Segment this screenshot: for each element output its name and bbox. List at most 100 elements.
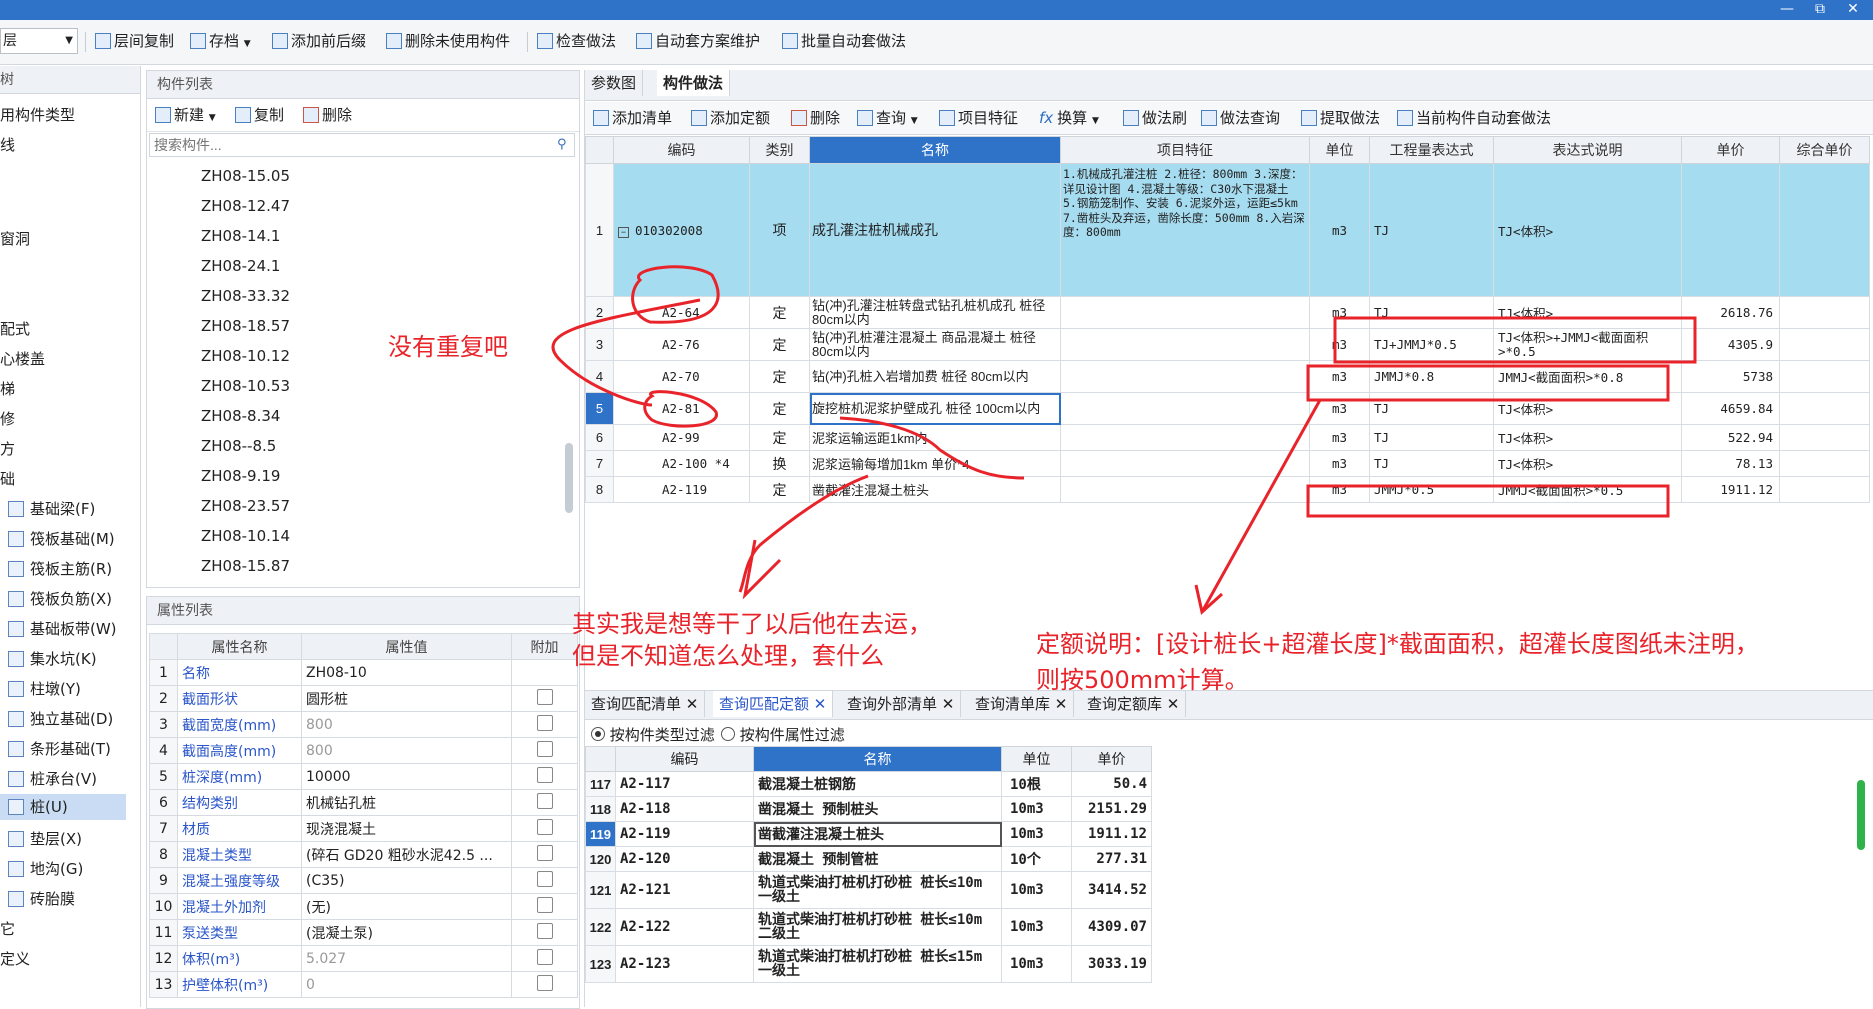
method-row[interactable]: 7 A2-100 *4 换泥浆运输每增加1km 单价*4 m3 TJ TJ<体积> 78.1…: [585, 450, 1870, 477]
price-cell[interactable]: 50.4: [1071, 771, 1152, 797]
type-cell[interactable]: 定: [749, 424, 810, 451]
nav-item-trench[interactable]: 地沟(G): [0, 856, 83, 882]
feature-cell[interactable]: [1060, 476, 1310, 503]
name-cell[interactable]: 轨道式柴油打桩机打砂桩 桩长≤15m 一级土: [753, 945, 1002, 983]
code-cell[interactable]: A2-119: [615, 821, 754, 847]
prop-extra-cell[interactable]: [511, 763, 578, 790]
close-icon[interactable]: ✕: [686, 695, 699, 713]
type-cell[interactable]: 定: [749, 476, 810, 503]
method-row[interactable]: 3 A2-76 定钻(冲)孔桩灌注混凝土 商品混凝土 桩径 80cm以内 m3 TJ+J…: [585, 328, 1870, 361]
nav-item-raft[interactable]: 筏板基础(M): [0, 526, 115, 552]
type-cell[interactable]: 换: [749, 450, 810, 477]
batch-auto-button[interactable]: 批量自动套做法: [782, 30, 906, 52]
unit-cell[interactable]: 10m3: [1001, 796, 1072, 822]
component-item[interactable]: ZH08-15.87: [201, 554, 290, 579]
checkbox[interactable]: [536, 896, 553, 913]
price-cell[interactable]: 1911.12: [1681, 476, 1780, 503]
quota-row[interactable]: 119 A2-119 凿截灌注混凝土桩头 10m3 1911.12: [585, 821, 1152, 847]
component-item[interactable]: ZH08-33.32: [201, 284, 290, 309]
add-quota-button[interactable]: 添加定额: [691, 107, 770, 129]
total-price-cell[interactable]: [1779, 328, 1870, 361]
nav-item-prefab[interactable]: 配式: [0, 316, 30, 342]
desc-cell[interactable]: TJ<体积>: [1493, 424, 1682, 451]
total-price-cell[interactable]: [1779, 360, 1870, 393]
collapse-icon[interactable]: −: [618, 226, 629, 238]
checkbox[interactable]: [536, 922, 553, 939]
component-item[interactable]: ZH08-9.19: [201, 464, 280, 489]
desc-cell[interactable]: TJ<体积>: [1493, 450, 1682, 477]
prop-value[interactable]: 现浇混凝土: [301, 815, 512, 842]
nav-item-earthwork[interactable]: 方: [0, 436, 15, 462]
component-item[interactable]: ZH08-8.34: [201, 404, 280, 429]
checkbox[interactable]: [536, 974, 553, 991]
nav-item-foundation-beam[interactable]: 基础梁(F): [0, 496, 95, 522]
name-cell[interactable]: 旋挖桩机泥浆护壁成孔 桩径 100cm以内: [809, 392, 1061, 425]
name-cell[interactable]: 凿混凝土 预制桩头: [753, 796, 1002, 822]
checkbox[interactable]: [536, 792, 553, 809]
add-affix-button[interactable]: 添加前后缀: [272, 30, 366, 52]
price-cell[interactable]: [1681, 163, 1780, 297]
component-item[interactable]: ZH08-23.57: [201, 494, 290, 519]
nav-item-isolated-footing[interactable]: 独立基础(D): [0, 706, 113, 732]
expr-cell[interactable]: JMMJ*0.8: [1369, 360, 1494, 393]
property-row[interactable]: 1 名称 ZH08-10: [149, 659, 578, 686]
property-row[interactable]: 7 材质 现浇混凝土: [149, 815, 578, 842]
checkbox[interactable]: [536, 818, 553, 835]
type-cell[interactable]: 定: [749, 328, 810, 361]
price-cell[interactable]: 4309.07: [1071, 908, 1152, 946]
method-row[interactable]: 6 A2-99 定泥浆运输运距1km内 m3 TJ TJ<体积> 522.94: [585, 424, 1870, 451]
unit-cell[interactable]: 10个: [1001, 846, 1072, 872]
expr-cell[interactable]: TJ+JMMJ*0.5: [1369, 328, 1494, 361]
prop-extra-cell[interactable]: [511, 971, 578, 998]
property-row[interactable]: 13 护壁体积(m³) 0: [149, 971, 578, 998]
desc-cell[interactable]: TJ<体积>: [1493, 163, 1682, 297]
nav-item-hollow-slab[interactable]: 心楼盖: [0, 346, 45, 372]
nav-item-line[interactable]: 线: [0, 132, 15, 158]
type-cell[interactable]: 定: [749, 360, 810, 393]
name-cell[interactable]: 凿截灌注混凝土桩头: [753, 821, 1002, 847]
name-cell[interactable]: 泥浆运输运距1km内: [809, 424, 1061, 451]
delete-component-button[interactable]: 删除: [303, 104, 352, 126]
feature-cell[interactable]: 1.机械成孔灌注桩 2.桩径：800mm 3.深度：详见设计图 4.混凝土等级：…: [1060, 163, 1310, 297]
price-cell[interactable]: 3414.52: [1071, 871, 1152, 909]
unit-cell[interactable]: m3: [1309, 360, 1370, 393]
expr-cell[interactable]: TJ: [1369, 450, 1494, 477]
prop-value[interactable]: (C35): [301, 867, 512, 894]
code-cell[interactable]: −010302008: [613, 163, 750, 297]
quota-scrollbar[interactable]: [1857, 780, 1865, 850]
nav-item-pile-cap[interactable]: 桩承台(V): [0, 766, 97, 792]
prop-value[interactable]: 10000: [301, 763, 512, 790]
nav-item-column-pier[interactable]: 柱墩(Y): [0, 676, 81, 702]
nav-item-cushion[interactable]: 垫层(X): [0, 826, 82, 852]
auto-current-button[interactable]: 当前构件自动套做法: [1397, 107, 1551, 129]
prop-extra-cell[interactable]: [511, 737, 578, 764]
filter-by-attr-radio[interactable]: 按构件属性过滤: [721, 724, 845, 745]
unit-cell[interactable]: m3: [1309, 296, 1370, 329]
tab-match-quota[interactable]: 查询匹配定额 ✕: [713, 691, 834, 717]
minimize-button[interactable]: —: [1772, 0, 1802, 20]
close-icon[interactable]: ✕: [814, 695, 827, 713]
prop-value[interactable]: 圆形桩: [301, 685, 512, 712]
feature-cell[interactable]: [1060, 450, 1310, 477]
property-row[interactable]: 9 混凝土强度等级 (C35): [149, 867, 578, 894]
tab-parameter-diagram[interactable]: 参数图: [585, 70, 644, 96]
extract-method-button[interactable]: 提取做法: [1301, 107, 1380, 129]
total-price-cell[interactable]: [1779, 424, 1870, 451]
copy-component-button[interactable]: 复制: [235, 104, 284, 126]
unit-cell[interactable]: m3: [1309, 450, 1370, 477]
feature-cell[interactable]: [1060, 392, 1310, 425]
prop-extra-cell[interactable]: [511, 841, 578, 868]
nav-item-stair[interactable]: 梯: [0, 376, 15, 402]
checkbox[interactable]: [536, 766, 553, 783]
method-row[interactable]: 1−010302008 项成孔灌注桩机械成孔 1.机械成孔灌注桩 2.桩径：800m…: [585, 163, 1870, 297]
delete-button[interactable]: 删除: [791, 107, 840, 129]
name-cell[interactable]: 钻(冲)孔桩入岩增加费 桩径 80cm以内: [809, 360, 1061, 393]
prop-value[interactable]: 800: [301, 711, 512, 738]
total-price-cell[interactable]: [1779, 450, 1870, 477]
code-cell[interactable]: A2-121: [615, 871, 754, 909]
price-cell[interactable]: 277.31: [1071, 846, 1152, 872]
component-item[interactable]: ZH08-18.57: [201, 314, 290, 339]
prop-value[interactable]: (无): [301, 893, 512, 920]
close-icon[interactable]: ✕: [1055, 695, 1068, 713]
price-cell[interactable]: 4305.9: [1681, 328, 1780, 361]
